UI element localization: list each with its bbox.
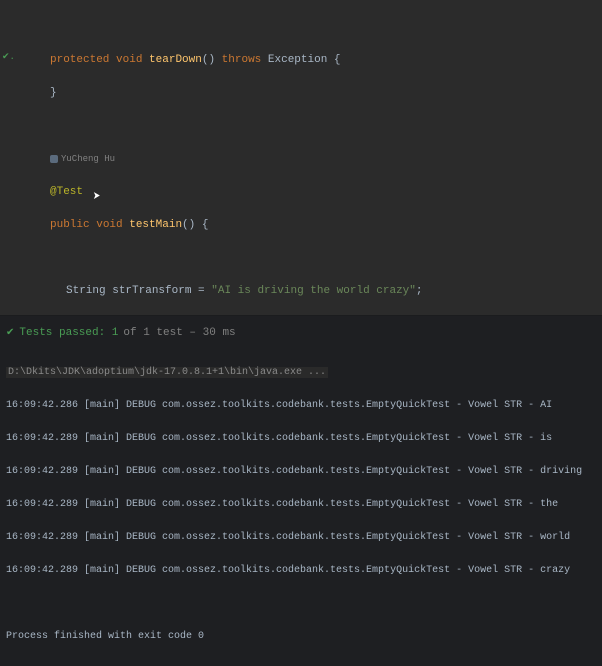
check-icon: ✔ bbox=[6, 327, 14, 339]
console-line: 16:09:42.289 [main] DEBUG com.ossez.tool… bbox=[6, 499, 596, 510]
run-console[interactable]: D:\Dkits\JDK\adoptium\jdk-17.0.8.1+1\bin… bbox=[0, 343, 602, 666]
tests-passed-detail: of 1 test – 30 ms bbox=[123, 327, 235, 339]
console-exit: Process finished with exit code 0 bbox=[6, 631, 596, 642]
console-line: 16:09:42.289 [main] DEBUG com.ossez.tool… bbox=[6, 565, 596, 576]
console-line: 16:09:42.289 [main] DEBUG com.ossez.tool… bbox=[6, 532, 596, 543]
code-line[interactable]: } bbox=[30, 88, 602, 99]
test-status-bar: ✔ Tests passed: 1 of 1 test – 30 ms bbox=[0, 315, 602, 343]
avatar-icon bbox=[50, 155, 58, 163]
console-command[interactable]: D:\Dkits\JDK\adoptium\jdk-17.0.8.1+1\bin… bbox=[6, 367, 596, 378]
console-line: 16:09:42.286 [main] DEBUG com.ossez.tool… bbox=[6, 400, 596, 411]
code-editor[interactable]: ✔. protected void tearDown() throws Exce… bbox=[0, 0, 602, 315]
code-line[interactable]: @Test bbox=[30, 187, 602, 198]
console-line: 16:09:42.289 [main] DEBUG com.ossez.tool… bbox=[6, 466, 596, 477]
test-pass-gutter-icon[interactable]: ✔. bbox=[2, 52, 15, 63]
author-annotation[interactable]: YuCheng Hu bbox=[30, 154, 602, 165]
tests-passed-label: Tests passed: 1 bbox=[19, 327, 118, 339]
console-line: 16:09:42.289 [main] DEBUG com.ossez.tool… bbox=[6, 433, 596, 444]
code-line[interactable]: public void testMain() { bbox=[30, 220, 602, 231]
gutter: ✔. bbox=[0, 0, 28, 315]
code-line[interactable]: protected void tearDown() throws Excepti… bbox=[30, 55, 602, 66]
code-line[interactable]: String strTransform = "AI is driving the… bbox=[30, 286, 602, 297]
